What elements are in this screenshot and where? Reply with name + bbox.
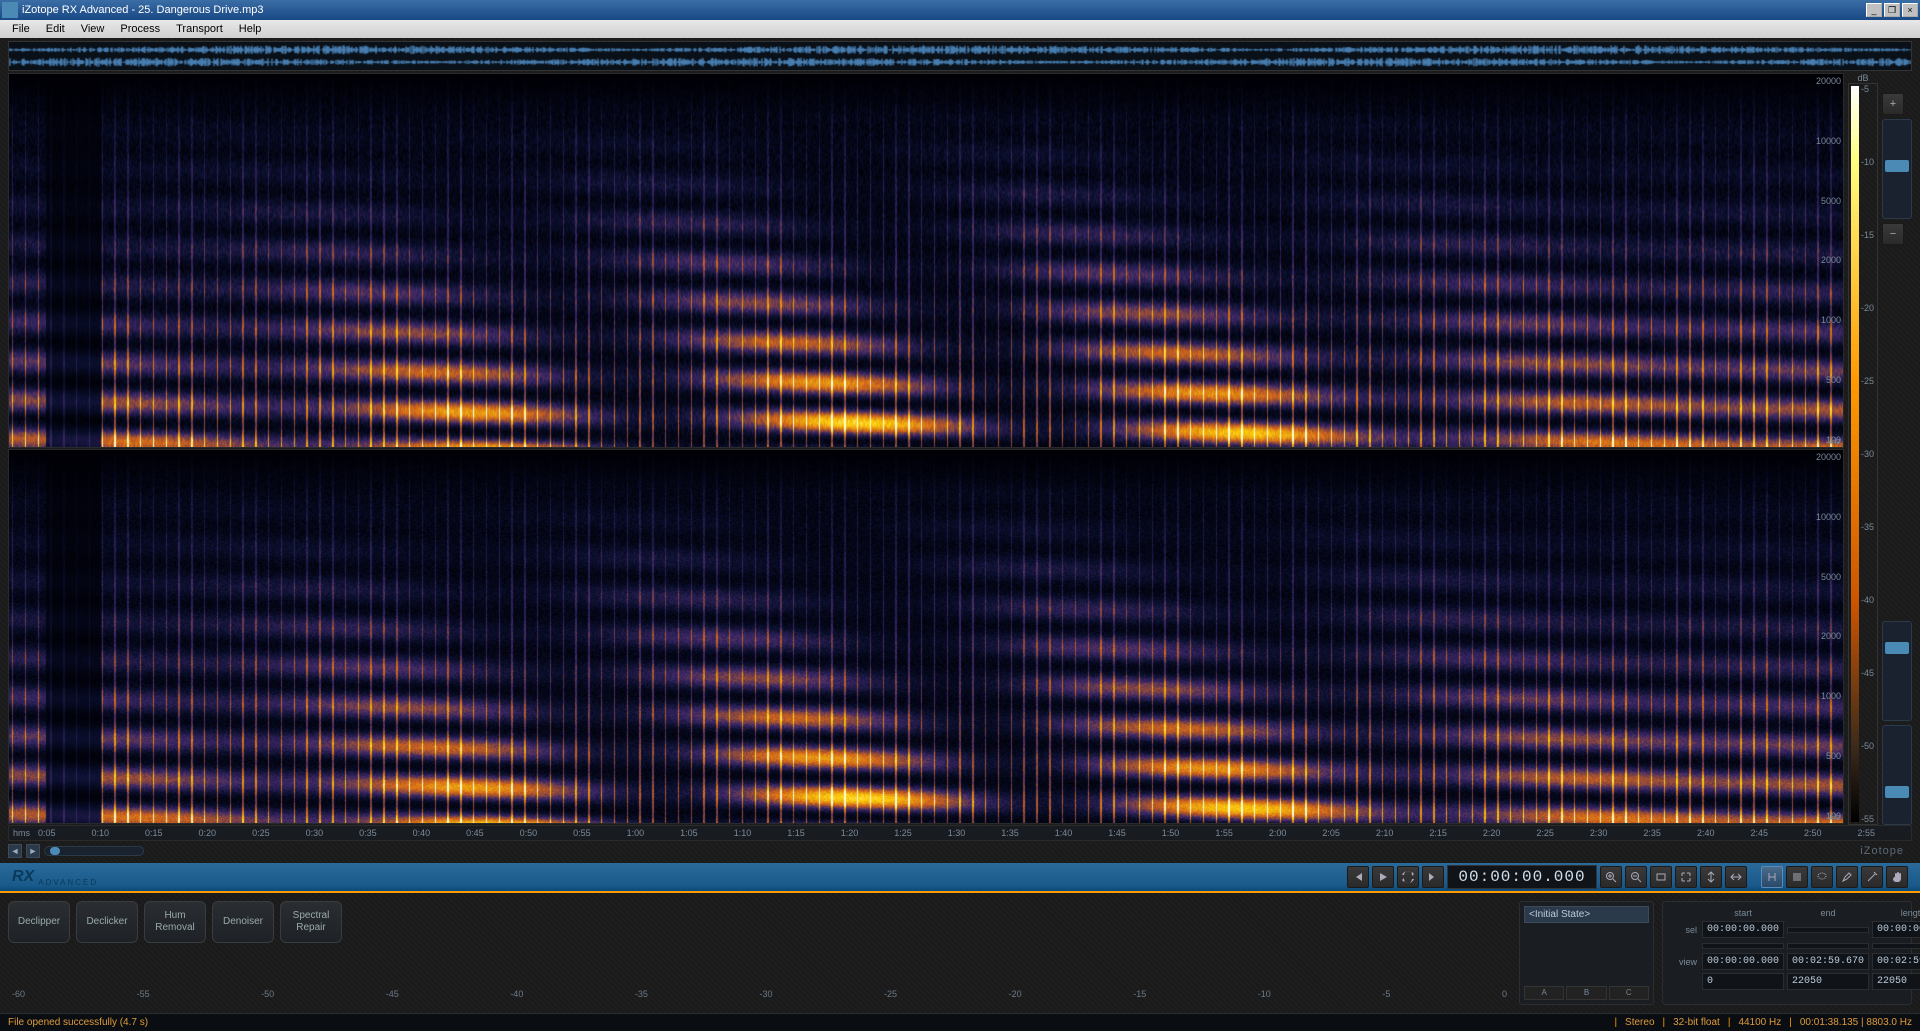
- view-start-field[interactable]: 00:00:00.000: [1702, 953, 1784, 970]
- lasso-icon: [1816, 871, 1828, 883]
- zoom-in-icon: [1605, 871, 1617, 883]
- zoom-h-icon: [1730, 871, 1742, 883]
- module-spectral-repair-button[interactable]: Spectral Repair: [280, 901, 342, 943]
- corner-logo: iZotope: [1860, 845, 1912, 857]
- rx-logo: RX: [12, 868, 34, 886]
- module-declipper-button[interactable]: Declipper: [8, 901, 70, 943]
- transport-loop-button[interactable]: [1397, 866, 1419, 888]
- brand-stripe: RX ADVANCED 00:00:00.000: [0, 863, 1920, 893]
- rx-logo-sub: ADVANCED: [38, 878, 98, 887]
- menu-help[interactable]: Help: [231, 23, 270, 35]
- close-button[interactable]: ×: [1902, 3, 1918, 17]
- transport-play-button[interactable]: [1372, 866, 1394, 888]
- window-title: iZotope RX Advanced - 25. Dangerous Driv…: [22, 4, 1866, 16]
- zoom-fit-icon: [1680, 871, 1692, 883]
- freq-unit: Hz: [1830, 812, 1841, 822]
- menu-file[interactable]: File: [4, 23, 38, 35]
- wand-icon: [1866, 871, 1878, 883]
- vzoom-in-button[interactable]: +: [1882, 93, 1904, 115]
- zoom-out-icon: [1630, 871, 1642, 883]
- maximize-button[interactable]: ❐: [1884, 3, 1900, 17]
- timesel-icon: [1766, 871, 1778, 883]
- sel-end-hz-field[interactable]: [1787, 943, 1869, 949]
- view-length-field[interactable]: 00:02:59.670: [1872, 953, 1920, 970]
- status-channels: Stereo: [1625, 1017, 1654, 1028]
- return-icon: [1427, 871, 1439, 883]
- history-a-button[interactable]: A: [1524, 986, 1564, 1000]
- tool-wand-button[interactable]: [1861, 866, 1883, 888]
- zoom-v-icon: [1705, 871, 1717, 883]
- freq-unit: Hz: [1830, 436, 1841, 446]
- tool-freq-select-button[interactable]: [1786, 866, 1808, 888]
- contrast-slider[interactable]: [1882, 725, 1912, 825]
- vertical-zoom-controls: + −: [1882, 73, 1912, 825]
- history-panel: <Initial State> A B C: [1519, 901, 1654, 1005]
- brightness-slider[interactable]: [1882, 621, 1912, 721]
- sel-end-field[interactable]: [1787, 927, 1869, 933]
- hzoom-slider[interactable]: [44, 846, 144, 856]
- module-declicker-button[interactable]: Declicker: [76, 901, 138, 943]
- tool-grab-button[interactable]: [1886, 866, 1908, 888]
- selection-panel: start end length sel 00:00:00.000 00:00:…: [1662, 901, 1912, 1005]
- loop-icon: [1402, 871, 1414, 883]
- history-b-button[interactable]: B: [1566, 986, 1606, 1000]
- zoom-selection-button[interactable]: [1650, 866, 1672, 888]
- db-colorbar: dB -5-10-15-20-25-30-35-40-45-50-55: [1848, 73, 1878, 825]
- history-c-button[interactable]: C: [1609, 986, 1649, 1000]
- menu-view[interactable]: View: [73, 23, 113, 35]
- view-start-hz-field[interactable]: 0: [1702, 973, 1784, 990]
- module-buttons: Declipper Declicker Hum Removal Denoiser…: [8, 901, 1511, 943]
- status-format: 32-bit float: [1673, 1017, 1720, 1028]
- status-samplerate: 44100 Hz: [1738, 1017, 1781, 1028]
- status-extra: 00:01:38.135 | 8803.0 Hz: [1800, 1017, 1912, 1028]
- zoom-sel-icon: [1655, 871, 1667, 883]
- module-denoiser-button[interactable]: Denoiser: [212, 901, 274, 943]
- transport-rewind-button[interactable]: [1347, 866, 1369, 888]
- sel-length-field[interactable]: 00:00:00.000: [1872, 921, 1920, 938]
- freqsel-icon: [1791, 871, 1803, 883]
- view-end-hz-field[interactable]: 22050: [1787, 973, 1869, 990]
- tool-time-select-button[interactable]: [1761, 866, 1783, 888]
- time-ruler[interactable]: hms 0:050:100:150:200:250:300:350:400:45…: [8, 825, 1912, 841]
- sel-start-hz-field[interactable]: [1702, 943, 1784, 949]
- zoom-fit-button[interactable]: [1675, 866, 1697, 888]
- spectrogram-panel[interactable]: 2000010000500020001000500100 Hz 20000100…: [8, 73, 1844, 825]
- sel-start-field[interactable]: 00:00:00.000: [1702, 921, 1784, 938]
- zoom-vert-button[interactable]: [1700, 866, 1722, 888]
- menu-process[interactable]: Process: [112, 23, 168, 35]
- meter-scale: -60-55-50-45-40-35-30-25-20-15-10-50: [8, 989, 1511, 1005]
- skip-back-icon: [1352, 871, 1364, 883]
- spectrogram-right[interactable]: 2000010000500020001000500100 Hz: [8, 449, 1844, 824]
- sel-length-hz-field[interactable]: [1872, 943, 1920, 949]
- brush-icon: [1841, 871, 1853, 883]
- app-icon: [2, 2, 18, 18]
- menu-transport[interactable]: Transport: [168, 23, 231, 35]
- menu-edit[interactable]: Edit: [38, 23, 73, 35]
- transport-return-button[interactable]: [1422, 866, 1444, 888]
- zoom-out-button[interactable]: [1625, 866, 1647, 888]
- statusbar: File opened successfully (4.7 s) | Stere…: [0, 1013, 1920, 1031]
- minimize-button[interactable]: _: [1866, 3, 1882, 17]
- overview-waveform[interactable]: [8, 41, 1912, 71]
- scroll-right-button[interactable]: ►: [26, 844, 40, 858]
- vzoom-out-button[interactable]: −: [1882, 223, 1904, 245]
- tool-brush-button[interactable]: [1836, 866, 1858, 888]
- view-length-hz-field[interactable]: 22050: [1872, 973, 1920, 990]
- zoom-horiz-button[interactable]: [1725, 866, 1747, 888]
- vzoom-slider[interactable]: [1882, 119, 1912, 219]
- history-item[interactable]: <Initial State>: [1524, 906, 1649, 923]
- scroll-left-button[interactable]: ◄: [8, 844, 22, 858]
- menubar: File Edit View Process Transport Help: [0, 20, 1920, 38]
- play-icon: [1377, 871, 1389, 883]
- tool-lasso-button[interactable]: [1811, 866, 1833, 888]
- spectrogram-left[interactable]: 2000010000500020001000500100 Hz: [8, 73, 1844, 448]
- window-titlebar: iZotope RX Advanced - 25. Dangerous Driv…: [0, 0, 1920, 20]
- view-end-field[interactable]: 00:02:59.670: [1787, 953, 1869, 970]
- zoom-in-button[interactable]: [1600, 866, 1622, 888]
- time-display[interactable]: 00:00:00.000: [1447, 865, 1597, 889]
- module-hum-removal-button[interactable]: Hum Removal: [144, 901, 206, 943]
- hand-icon: [1891, 871, 1903, 883]
- status-message: File opened successfully (4.7 s): [8, 1017, 1606, 1028]
